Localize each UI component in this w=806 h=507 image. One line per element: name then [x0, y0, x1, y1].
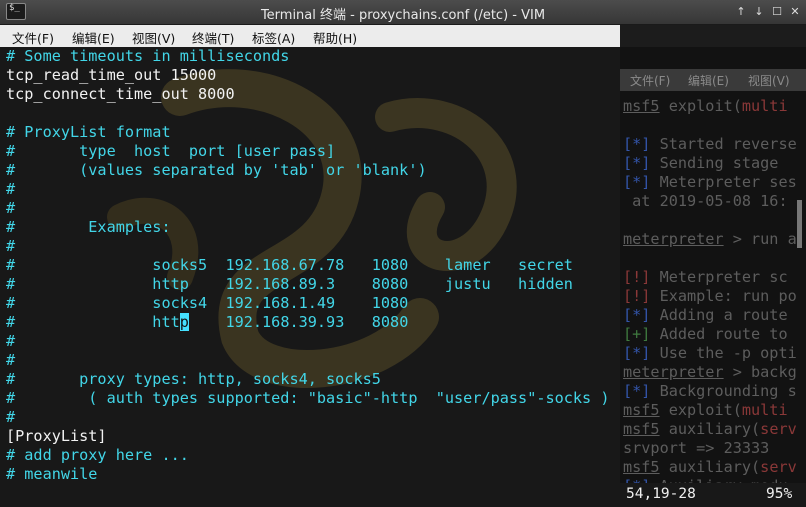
vim-text-line: [ProxyList] — [6, 427, 107, 445]
scroll-down-button[interactable]: ↓ — [750, 4, 768, 20]
vim-comment-line: # meanwile — [6, 465, 98, 483]
vim-comment-line: # proxy types: http, socks4, socks5 — [6, 370, 381, 388]
vim-comment-line: # — [6, 408, 16, 426]
bg-menu-edit[interactable]: 编辑(E) — [688, 72, 729, 89]
terminal-output-line: msf5 exploit(multi — [623, 401, 788, 419]
vim-comment-line: # — [6, 199, 16, 217]
vim-comment-line: # http 192.168.89.3 8080 justu hidden — [6, 275, 573, 293]
vim-comment-line: # type host port [user pass] — [6, 142, 336, 160]
menu-file[interactable]: 文件(F) — [12, 28, 54, 47]
vim-comment-line: # socks5 192.168.67.78 1080 lamer secret — [6, 256, 573, 274]
terminal-output-line: msf5 auxiliary(serv — [623, 420, 797, 438]
terminal-output-line: meterpreter > run a — [623, 230, 797, 248]
terminal-output-line: [+] Added route to — [623, 325, 788, 343]
cursor-position: 54,19-28 — [626, 486, 696, 502]
vim-comment-line: # ProxyList format — [6, 123, 171, 141]
terminal-output-line: srvport => 23333 — [623, 439, 770, 457]
window-title: Terminal 终端 - proxychains.conf (/etc) - … — [260, 8, 546, 23]
vim-comment-line: # Examples: — [6, 218, 171, 236]
vim-comment-line: # — [6, 180, 16, 198]
menu-edit[interactable]: 编辑(E) — [72, 28, 115, 47]
terminal-output-line: [*] Adding a route — [623, 306, 788, 324]
vim-comment-line: # — [6, 332, 16, 350]
vim-text-line: tcp_connect_time_out 8000 — [6, 85, 235, 103]
terminal-output-line: [*] Started reverse — [623, 135, 797, 153]
vim-status-line: 54,19-28 95% — [620, 483, 806, 507]
menu-help[interactable]: 帮助(H) — [313, 28, 357, 47]
vim-comment-line: # (values separated by 'tab' or 'blank') — [6, 161, 427, 179]
vim-comment-line: # — [6, 237, 16, 255]
terminal-output-line: [*] Backgrounding s — [623, 382, 797, 400]
close-button[interactable]: ✕ — [786, 4, 804, 20]
text-cursor: p — [179, 313, 189, 331]
background-scrollbar-thumb[interactable] — [797, 200, 802, 248]
bg-menu-view[interactable]: 视图(V) — [748, 72, 790, 89]
vim-comment-line: # socks4 192.168.1.49 1080 — [6, 294, 409, 312]
background-terminal-titlebar — [620, 25, 806, 47]
bg-menu-file[interactable]: 文件(F) — [630, 72, 670, 89]
title-bar: $_ Terminal 终端 - proxychains.conf (/etc)… — [0, 0, 806, 25]
background-terminal-window: 文件(F) 编辑(E) 视图(V) msf5 exploit(multi [*] … — [620, 25, 806, 507]
menu-bar: 文件(F) 编辑(E) 视图(V) 终端(T) 标签(A) 帮助(H) — [0, 25, 620, 48]
vim-editor[interactable]: # Some timeouts in milliseconds tcp_read_… — [0, 47, 620, 507]
terminal-output-line: [!] Example: run po — [623, 287, 797, 305]
vim-text-line: tcp_read_time_out 15000 — [6, 66, 217, 84]
terminal-output-line: [*] Meterpreter ses — [623, 173, 797, 191]
terminal-output-line: [*] Sending stage — [623, 154, 779, 172]
terminal-output-line: msf5 auxiliary(serv — [623, 458, 797, 476]
background-terminal-menu: 文件(F) 编辑(E) 视图(V) — [620, 69, 806, 91]
terminal-output-line: at 2019-05-08 16: — [623, 192, 788, 210]
terminal-output-line: [*] Use the -p opti — [623, 344, 797, 362]
vim-comment-line: # http 192.168.39.93 8080 — [6, 313, 409, 331]
vim-comment-line: # — [6, 351, 16, 369]
menu-terminal[interactable]: 终端(T) — [192, 28, 234, 47]
maximize-button[interactable]: ☐ — [768, 4, 786, 20]
menu-tabs[interactable]: 标签(A) — [252, 28, 295, 47]
menu-view[interactable]: 视图(V) — [132, 28, 175, 47]
terminal-output-line: [!] Meterpreter sc — [623, 268, 788, 286]
terminal-output-line: meterpreter > backg — [623, 363, 797, 381]
vim-comment-line: # ( auth types supported: "basic"-http "… — [6, 389, 610, 407]
vim-comment-line: # add proxy here ... — [6, 446, 189, 464]
vim-comment-line: # Some timeouts in milliseconds — [6, 47, 290, 65]
scroll-up-button[interactable]: ↑ — [732, 4, 750, 20]
scroll-percent: 95% — [766, 486, 793, 502]
terminal-output-line: msf5 exploit(multi — [623, 97, 788, 115]
